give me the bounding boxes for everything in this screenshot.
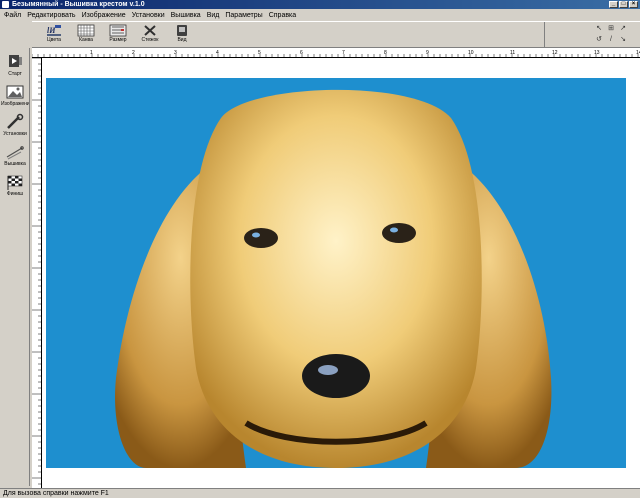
rotate-icon[interactable]: ↺ (595, 36, 603, 44)
dog-image (46, 78, 626, 468)
colors-icon: lИ (47, 25, 61, 36)
zoom-in-icon[interactable]: ↖ (595, 25, 603, 33)
ruler-label: 10 (468, 50, 474, 56)
ruler-label: 5 (258, 50, 261, 56)
eyedropper-icon[interactable]: ↘ (619, 36, 627, 44)
ruler-label: 7 (342, 50, 345, 56)
menu-help[interactable]: Справка (266, 12, 299, 19)
ruler-left-ticks (32, 58, 42, 485)
title-bar: Безымянный - Вышивка крестом v.1.0 _ □ × (0, 0, 640, 9)
ruler-top: 1234567891011121314 (32, 48, 640, 58)
ruler-label: 9 (426, 50, 429, 56)
ruler-left (32, 58, 42, 488)
status-text: Для вызова справки нажмите F1 (3, 490, 109, 497)
view-icon (177, 25, 187, 36)
ruler-label: 3 (174, 50, 177, 56)
menu-file[interactable]: Файл (1, 12, 24, 19)
sidebar-item-image[interactable]: Изображение (1, 80, 29, 110)
size-icon (109, 24, 127, 37)
left-sidebar: Старт Изображение Установки Вышивка Фини… (0, 48, 30, 486)
canvas-image[interactable] (46, 78, 626, 468)
size-button[interactable]: Размер (104, 23, 132, 47)
finish-flag-icon (7, 175, 23, 190)
start-icon (9, 55, 22, 67)
ruler-top-ticks: 1234567891011121314 (32, 50, 640, 58)
stitch-icon (144, 25, 156, 36)
canvas-button[interactable]: Канва (72, 23, 100, 47)
ruler-label: 2 (132, 50, 135, 56)
app-icon (2, 1, 9, 8)
window-title: Безымянный - Вышивка крестом v.1.0 (12, 1, 145, 8)
settings-icon (7, 113, 24, 129)
menu-view[interactable]: Вид (204, 12, 223, 19)
pencil-icon[interactable]: / (607, 36, 615, 44)
ruler-label: 14 (636, 50, 640, 56)
status-bar: Для вызова справки нажмите F1 (0, 488, 640, 498)
embroidery-icon (6, 146, 24, 160)
menu-embroidery[interactable]: Вышивка (168, 12, 204, 19)
right-tool-panel: ↖ ⊞ ↗ ↺ / ↘ (544, 22, 640, 48)
menu-image[interactable]: Изображение (79, 12, 129, 19)
ruler-label: 13 (594, 50, 600, 56)
ruler-label: 8 (384, 50, 387, 56)
ruler-label: 1 (90, 50, 93, 56)
menu-parameters[interactable]: Параметры (222, 12, 265, 19)
pan-icon[interactable]: ↗ (619, 25, 627, 33)
menu-settings[interactable]: Установки (129, 12, 168, 19)
sidebar-item-settings[interactable]: Установки (1, 110, 29, 140)
menu-edit[interactable]: Редактировать (24, 12, 78, 19)
image-icon (6, 85, 24, 99)
ruler-label: 11 (510, 50, 515, 56)
ruler-label: 6 (300, 50, 303, 56)
svg-text:lИ: lИ (47, 26, 56, 35)
minimize-button[interactable]: _ (609, 1, 618, 8)
canvas-icon (77, 24, 95, 37)
ruler-label: 4 (216, 50, 219, 56)
sidebar-item-start[interactable]: Старт (1, 50, 29, 80)
grid-icon[interactable]: ⊞ (607, 25, 615, 33)
sidebar-item-embroidery[interactable]: Вышивка (1, 140, 29, 170)
menu-bar: Файл Редактировать Изображение Установки… (0, 9, 640, 21)
stitch-button[interactable]: Стежок (136, 23, 164, 47)
ruler-label: 12 (552, 50, 558, 56)
view-button[interactable]: Вид (168, 23, 196, 47)
colors-button[interactable]: lИ Цвета (40, 23, 68, 47)
maximize-button[interactable]: □ (619, 1, 628, 8)
sidebar-item-finish[interactable]: Финиш (1, 170, 29, 200)
close-button[interactable]: × (629, 1, 638, 8)
